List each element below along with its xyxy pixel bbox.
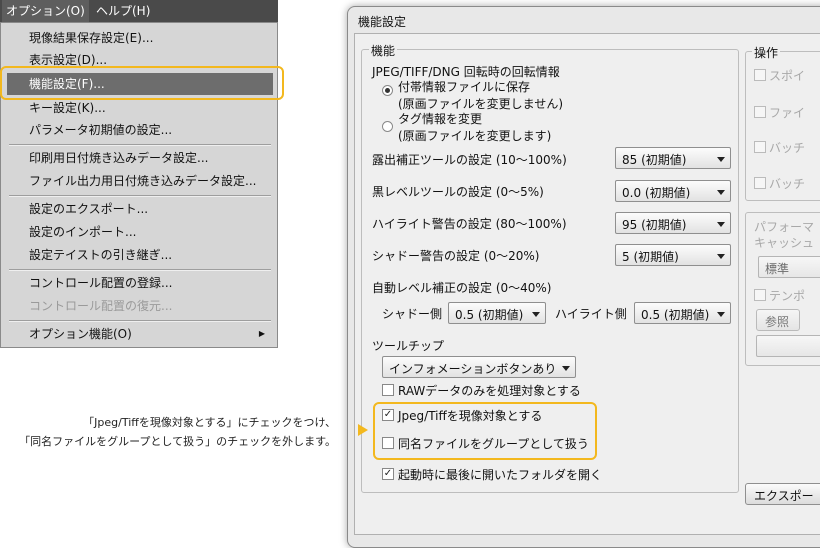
menu-separator: [9, 320, 271, 322]
highlight-side-select[interactable]: 0.5 (初期値): [634, 302, 731, 324]
menu-separator: [9, 195, 271, 197]
checkbox-temp[interactable]: [754, 289, 766, 301]
checkbox-highlight-frame: [373, 402, 597, 460]
menu-separator: [9, 144, 271, 146]
exposure-select-value: 85 (初期値): [622, 153, 687, 167]
shadow-side-select[interactable]: 0.5 (初期値): [448, 302, 546, 324]
tooltip-select-value: インフォメーションボタンあり: [389, 362, 557, 376]
checkbox-raw-only-label: RAWデータのみを処理対象とする: [398, 384, 581, 398]
menu-item-option-features-label: オプション機能(O): [29, 327, 132, 341]
export-button-label: エクスポー: [754, 489, 814, 503]
menu-separator: [9, 269, 271, 271]
dropdown-arrow-icon: [717, 312, 725, 317]
highlight-warning-select-value: 95 (初期値): [622, 218, 687, 232]
performance-select[interactable]: 標準: [758, 256, 820, 278]
menu-item-inherit-taste[interactable]: 設定テイストの引き継ぎ...: [7, 244, 273, 266]
shadow-warning-select-value: 5 (初期値): [622, 250, 679, 264]
black-level-select-value: 0.0 (初期値): [622, 186, 691, 200]
highlight-side-select-value: 0.5 (初期値): [641, 308, 710, 322]
auto-level-label: 自動レベル補正の設定 (0〜40%): [372, 281, 552, 295]
operation-group-label: 操作: [752, 44, 781, 61]
pointer-arrow-icon: [358, 424, 368, 436]
browse-button[interactable]: 参照: [756, 309, 800, 331]
exposure-label: 露出補正ツールの設定 (10〜100%): [372, 153, 567, 167]
checkbox-right-4[interactable]: [754, 177, 766, 189]
menu-help[interactable]: ヘルプ(H): [92, 0, 154, 22]
performance-select-value: 標準: [765, 262, 790, 276]
instruction-line-1: 「Jpeg/Tiffを現像対象とする」にチェックをつけ、: [83, 416, 336, 429]
menu-item-parameter-defaults[interactable]: パラメータ初期値の設定...: [7, 119, 273, 141]
menu-item-import-settings[interactable]: 設定のインポート...: [7, 221, 273, 243]
highlight-side-label: ハイライト側: [555, 307, 627, 321]
radio-change-tag-label: タグ情報を変更: [398, 112, 483, 126]
radio-change-tag-note: (原画ファイルを変更します): [398, 129, 552, 143]
radio-change-tag[interactable]: [382, 121, 393, 132]
dropdown-arrow-icon: [532, 312, 540, 317]
dropdown-arrow-icon: [717, 157, 725, 162]
dropdown-arrow-icon: [562, 366, 570, 371]
menu-item-print-date-data[interactable]: 印刷用日付焼き込みデータ設定...: [7, 147, 273, 169]
menu-item-option-features[interactable]: オプション機能(O) ▶: [7, 323, 273, 345]
function-group-label: 機能: [369, 42, 398, 59]
menu-bar: オプション(O) ヘルプ(H): [0, 0, 278, 22]
checkbox-right-1[interactable]: [754, 69, 766, 81]
dropdown-arrow-icon: [717, 190, 725, 195]
menu-item-restore-layout: コントロール配置の復元...: [29, 299, 173, 313]
checkbox-temp-label: テンポ: [769, 289, 806, 303]
radio-save-sidecar[interactable]: [382, 85, 393, 96]
cache-label: キャッシュ: [754, 236, 815, 250]
tooltip-label: ツールチップ: [372, 339, 445, 353]
menu-item-export-settings[interactable]: 設定のエクスポート...: [7, 198, 273, 220]
browse-button-label: 参照: [765, 315, 790, 329]
instruction-line-2: 「同名ファイルをグループとして扱う」のチェックを外します。: [19, 435, 336, 448]
checkbox-open-last-folder-label: 起動時に最後に開いたフォルダを開く: [398, 468, 603, 482]
menu-item-highlight-frame: [0, 66, 284, 100]
dropdown-arrow-icon: [717, 222, 725, 227]
temp-path-field[interactable]: [756, 335, 820, 357]
tooltip-select[interactable]: インフォメーションボタンあり: [382, 356, 576, 378]
menu-options[interactable]: オプション(O): [2, 0, 89, 22]
menu-item-save-settings[interactable]: 現像結果保存設定(E)...: [7, 27, 273, 49]
menu-item-key-settings[interactable]: キー設定(K)...: [7, 97, 273, 119]
checkbox-right-2-label: ファイ: [769, 106, 806, 120]
exposure-select[interactable]: 85 (初期値): [615, 147, 731, 169]
checkbox-right-2[interactable]: [754, 106, 766, 118]
black-level-select[interactable]: 0.0 (初期値): [615, 180, 731, 202]
export-button[interactable]: エクスポー: [745, 483, 820, 505]
highlight-warning-select[interactable]: 95 (初期値): [615, 212, 731, 234]
checkbox-raw-only[interactable]: [382, 384, 394, 396]
checkbox-right-1-label: スポイ: [769, 69, 806, 83]
radio-save-sidecar-label: 付帯情報ファイルに保存: [398, 80, 531, 94]
shadow-warning-select[interactable]: 5 (初期値): [615, 244, 731, 266]
checkbox-right-3[interactable]: [754, 141, 766, 153]
menu-item-register-layout[interactable]: コントロール配置の登録...: [7, 272, 273, 294]
checkbox-right-4-label: バッチ: [769, 177, 806, 191]
black-level-label: 黒レベルツールの設定 (0〜5%): [372, 185, 544, 199]
shadow-side-select-value: 0.5 (初期値): [455, 308, 524, 322]
shadow-warning-label: シャドー警告の設定 (0〜20%): [372, 249, 540, 263]
dropdown-arrow-icon: [717, 254, 725, 259]
submenu-arrow-icon: ▶: [258, 329, 265, 338]
checkbox-right-3-label: バッチ: [769, 141, 806, 155]
menu-item-file-date-data[interactable]: ファイル出力用日付焼き込みデータ設定...: [7, 170, 273, 192]
shadow-side-label: シャドー側: [382, 307, 443, 321]
dialog-title: 機能設定: [358, 15, 407, 29]
highlight-warning-label: ハイライト警告の設定 (80〜100%): [372, 217, 567, 231]
checkbox-open-last-folder[interactable]: ✓: [382, 468, 394, 480]
performance-label: パフォーマ: [754, 220, 815, 234]
